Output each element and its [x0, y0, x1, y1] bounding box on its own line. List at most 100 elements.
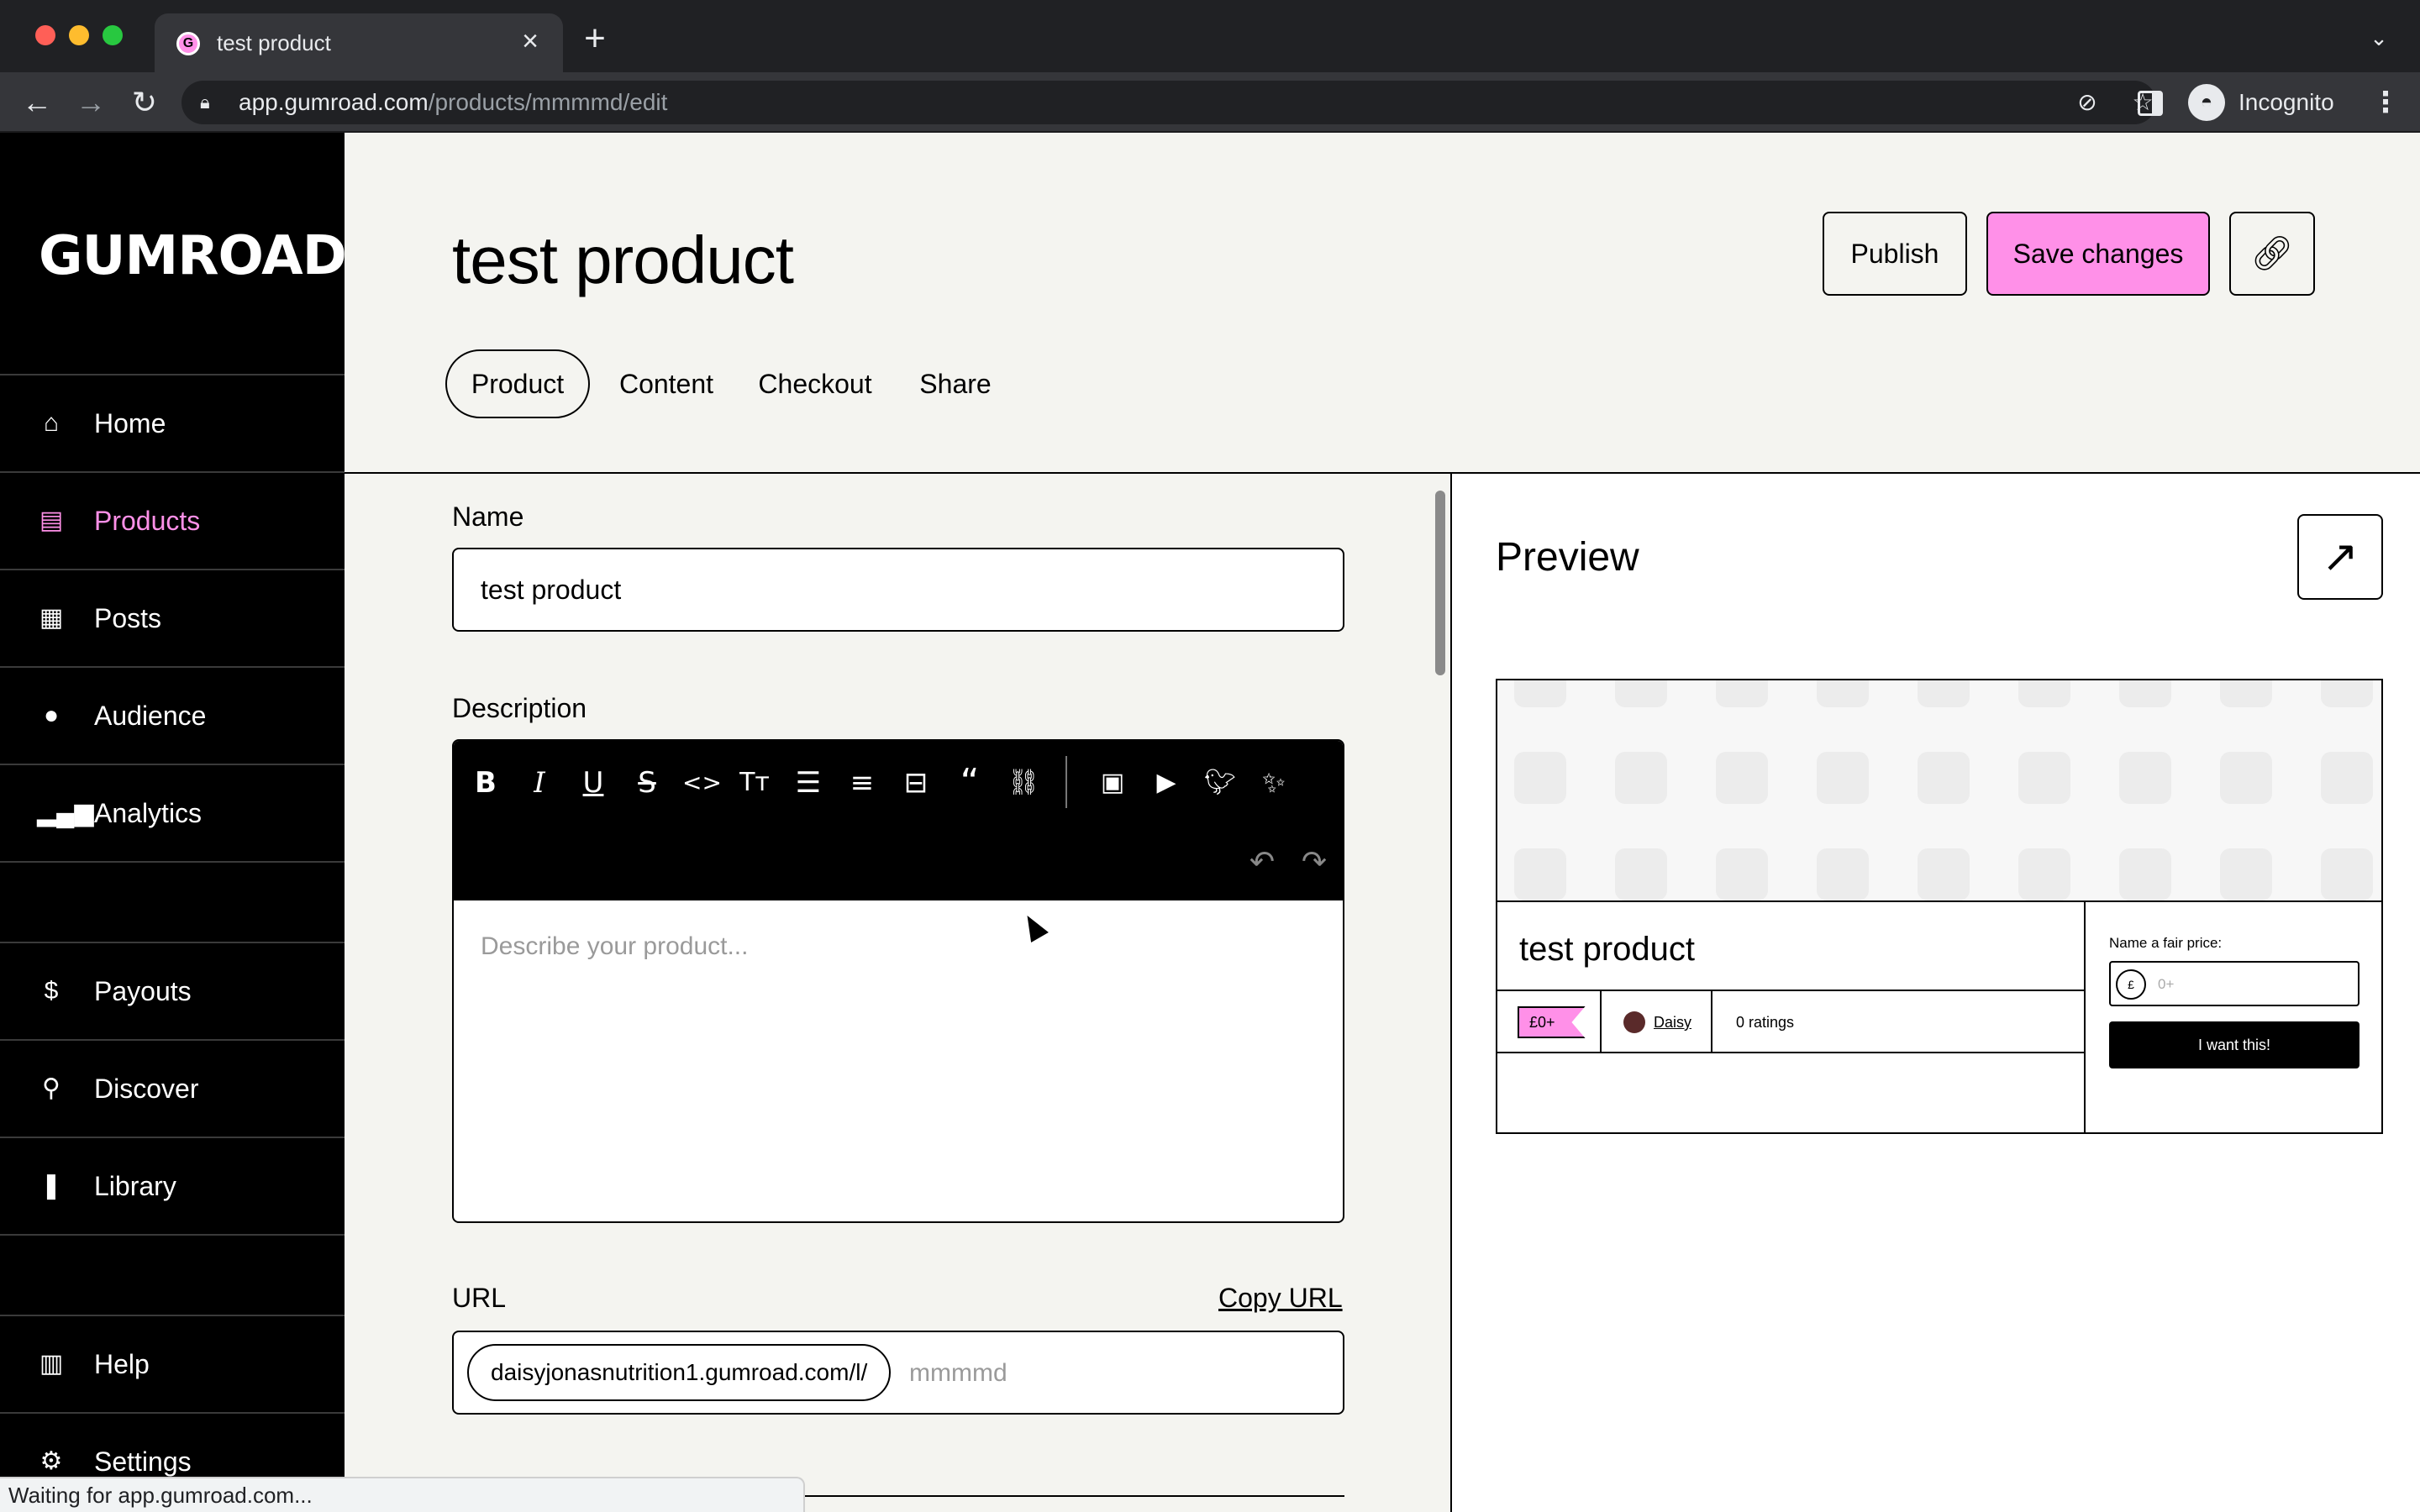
text-size-icon[interactable]: Tт	[736, 764, 773, 801]
url-input[interactable]: daisyjonasnutrition1.gumroad.com/l/ mmmm…	[452, 1331, 1344, 1415]
italic-icon[interactable]: I	[521, 764, 558, 801]
eye-off-icon[interactable]: ⊘	[2074, 89, 2101, 116]
url-path: /products/mmmmd/edit	[428, 89, 668, 115]
sidebar-item-products[interactable]: ▤ Products	[0, 471, 345, 568]
close-window-button[interactable]	[35, 25, 55, 45]
fair-price-input[interactable]: £ 0+	[2109, 961, 2360, 1006]
sidebar-item-audience[interactable]: ● Audience	[0, 666, 345, 763]
bold-icon[interactable]: B	[467, 764, 504, 801]
card-meta-row: £0+ Daisy 0 ratings	[1497, 990, 2084, 1053]
browser-tab-active[interactable]: G test product ×	[155, 13, 563, 72]
new-tab-icon[interactable]: +	[578, 20, 612, 57]
incognito-label: Incognito	[2238, 89, 2334, 115]
browser-tab-bar: G test product × + ⌄	[0, 0, 2420, 72]
video-icon[interactable]: ▶	[1148, 764, 1185, 801]
horizontal-rule-icon[interactable]: ⊟	[897, 764, 934, 801]
sidebar-item-discover[interactable]: ⚲ Discover	[0, 1039, 345, 1136]
bullet-list-icon[interactable]: ☰	[790, 764, 827, 801]
back-arrow-icon[interactable]: ←	[18, 84, 55, 121]
description-editor[interactable]: B I U S <> Tт ☰ ≡ ⊟ “ ⛓ ▣ ▶ 🐦︎ ✨︎ ↶ ↷ De…	[452, 739, 1344, 1223]
reload-icon[interactable]: ↻	[126, 84, 163, 121]
numbered-list-icon[interactable]: ≡	[844, 764, 881, 801]
i-want-this-button[interactable]: I want this!	[2109, 1021, 2360, 1068]
underline-icon[interactable]: U	[575, 764, 612, 801]
sidebar-spacer	[0, 1234, 345, 1315]
close-tab-icon[interactable]: ×	[516, 27, 544, 55]
preview-panel: Preview ↗ test product £0+ Daisy 0 ratin…	[1450, 474, 2420, 1512]
sidebar-item-label: Help	[94, 1349, 150, 1379]
link-icon[interactable]: ⛓	[1005, 764, 1042, 801]
search-icon: ⚲	[42, 1074, 60, 1102]
editor-toolbar: B I U S <> Tт ☰ ≡ ⊟ “ ⛓ ▣ ▶ 🐦︎ ✨︎ ↶ ↷	[454, 741, 1343, 900]
address-url[interactable]: app.gumroad.com/products/mmmmd/edit	[239, 89, 667, 116]
cover-pattern-icon	[2220, 752, 2272, 804]
cover-pattern-icon	[2220, 680, 2272, 707]
price-tag: £0+	[1518, 1006, 1586, 1038]
sidebar-item-home[interactable]: ⌂ Home	[0, 374, 345, 470]
maximize-window-button[interactable]	[103, 25, 123, 45]
cover-pattern-icon	[1817, 848, 1869, 900]
lock-icon[interactable]: 🔒︎	[200, 91, 224, 114]
gumroad-logo[interactable]: GUMROAD	[39, 225, 347, 287]
code-icon[interactable]: <>	[682, 764, 722, 801]
tab-checkout[interactable]: Checkout	[743, 349, 887, 418]
undo-icon[interactable]: ↶	[1244, 843, 1281, 880]
strikethrough-icon[interactable]: S	[629, 764, 666, 801]
minimize-window-button[interactable]	[69, 25, 89, 45]
sidebar-item-payouts[interactable]: $ Payouts	[0, 942, 345, 1038]
redo-icon[interactable]: ↷	[1296, 843, 1333, 880]
forward-arrow-icon[interactable]: →	[72, 84, 109, 121]
book-icon: ▥	[39, 1350, 64, 1378]
magic-wand-icon[interactable]: ✨︎	[1255, 764, 1292, 801]
side-panel-icon[interactable]	[2138, 91, 2163, 116]
copy-url-link[interactable]: Copy URL	[1218, 1282, 1343, 1314]
toolbar-separator	[1065, 756, 1067, 808]
card-product-title: test product	[1519, 931, 1696, 968]
cover-pattern-icon	[1817, 680, 1869, 707]
cover-pattern-icon	[1514, 680, 1566, 707]
arrow-up-right-icon: ↗	[2322, 533, 2359, 581]
sidebar-item-analytics[interactable]: ▂▄▆ Analytics	[0, 764, 345, 860]
page-title: test product	[452, 223, 794, 297]
name-input[interactable]: test product	[452, 548, 1344, 632]
open-preview-button[interactable]: ↗	[2297, 514, 2383, 600]
cover-pattern-icon	[2018, 752, 2070, 804]
author-link[interactable]: Daisy	[1654, 1011, 1691, 1033]
url-slug-placeholder: mmmmd	[909, 1359, 1007, 1387]
copy-link-button[interactable]: 🔗︎	[2229, 212, 2315, 296]
quote-icon[interactable]: “	[951, 764, 988, 801]
sidebar-item-library[interactable]: ❚ Library	[0, 1137, 345, 1233]
save-changes-button[interactable]: Save changes	[1986, 212, 2210, 296]
gumroad-favicon-icon: G	[176, 32, 200, 55]
cover-pattern-icon	[1615, 752, 1667, 804]
sidebar-item-label: Payouts	[94, 976, 192, 1006]
sidebar-item-help[interactable]: ▥ Help	[0, 1315, 345, 1411]
address-bar[interactable]: 🔒︎ app.gumroad.com/products/mmmmd/edit ⊘…	[182, 81, 2156, 124]
name-label: Name	[452, 501, 524, 532]
archive-icon: ▤	[39, 507, 64, 534]
cover-pattern-icon	[1817, 752, 1869, 804]
cover-placeholder	[1497, 680, 2381, 902]
fair-price-label: Name a fair price:	[2109, 935, 2223, 951]
cover-pattern-icon	[2119, 680, 2171, 707]
form-scrollbar[interactable]	[1435, 491, 1445, 675]
tab-content[interactable]: Content	[605, 349, 728, 418]
cover-pattern-icon	[2018, 848, 2070, 900]
browser-menu-icon[interactable]: ⋮	[2371, 84, 2400, 121]
tab-product[interactable]: Product	[445, 349, 590, 418]
cover-pattern-icon	[2220, 848, 2272, 900]
browser-status-bar: Waiting for app.gumroad.com...	[0, 1477, 805, 1512]
image-icon[interactable]: ▣	[1094, 764, 1131, 801]
tab-search-chevron-icon[interactable]: ⌄	[2366, 25, 2391, 50]
sidebar-item-label: Posts	[94, 603, 162, 633]
twitter-icon[interactable]: 🐦︎	[1202, 764, 1239, 801]
sidebar-item-label: Library	[94, 1171, 176, 1201]
url-label: URL	[452, 1283, 507, 1313]
sidebar-item-label: Settings	[94, 1446, 192, 1477]
browser-toolbar: ← → ↻ 🔒︎ app.gumroad.com/products/mmmmd/…	[0, 72, 2420, 133]
tab-share[interactable]: Share	[901, 349, 1010, 418]
publish-button[interactable]: Publish	[1823, 212, 1967, 296]
product-editor-header: test product Publish Save changes 🔗︎ Pro…	[345, 133, 2420, 474]
bar-chart-icon: ▂▄▆	[37, 799, 94, 827]
sidebar-item-posts[interactable]: ▦ Posts	[0, 569, 345, 665]
